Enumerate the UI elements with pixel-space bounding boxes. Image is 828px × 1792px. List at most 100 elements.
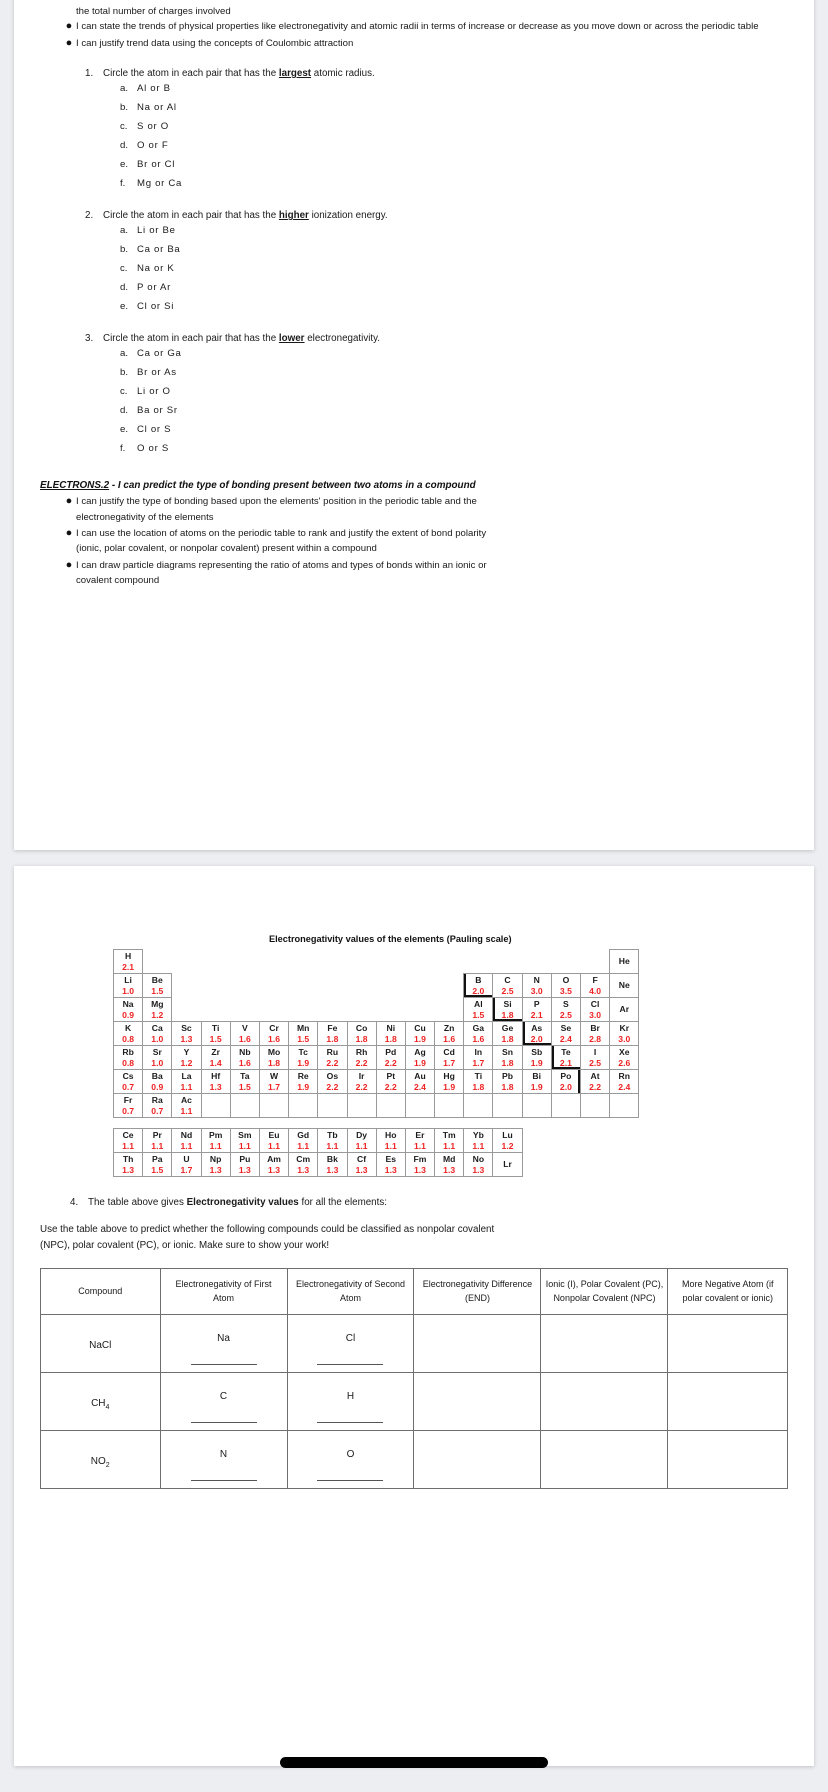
element-cell-Nb[interactable]: Nb 1.6: [229, 1045, 260, 1070]
element-cell-Rb[interactable]: Rb 0.8: [113, 1045, 144, 1070]
element-cell-Hf[interactable]: Hf 1.3: [200, 1069, 231, 1094]
element-cell-empty[interactable]: [521, 1093, 552, 1118]
element-cell-Tm[interactable]: Tm 1.1: [434, 1128, 465, 1153]
question-subitem[interactable]: c. S or O: [40, 117, 788, 136]
element-cell-F[interactable]: F 4.0: [580, 973, 611, 998]
element-cell-empty[interactable]: [550, 1093, 581, 1118]
element-cell-In[interactable]: In 1.7: [463, 1045, 494, 1070]
answer-blank[interactable]: [317, 1480, 384, 1481]
second-atom-cell[interactable]: O: [286, 1430, 415, 1489]
difference-cell[interactable]: [413, 1372, 542, 1431]
element-cell-empty[interactable]: [580, 1093, 611, 1118]
element-cell-Te[interactable]: Te 2.1: [550, 1045, 581, 1070]
element-cell-Xe[interactable]: Xe 2.6: [609, 1045, 640, 1070]
question-subitem[interactable]: e. Br or Cl: [40, 155, 788, 174]
element-cell-Pu[interactable]: Pu 1.3: [229, 1152, 260, 1177]
element-cell-C[interactable]: C 2.5: [492, 973, 523, 998]
element-cell-Ir[interactable]: Ir 2.2: [346, 1069, 377, 1094]
element-cell-empty[interactable]: [200, 1093, 231, 1118]
element-cell-Zr[interactable]: Zr 1.4: [200, 1045, 231, 1070]
element-cell-Al[interactable]: Al 1.5: [463, 997, 494, 1022]
question-subitem[interactable]: a. Li or Be: [40, 221, 788, 240]
question-subitem[interactable]: d. Ba or Sr: [40, 401, 788, 420]
element-cell-Tc[interactable]: Tc 1.9: [288, 1045, 319, 1070]
element-cell-Cl[interactable]: Cl 3.0: [580, 997, 611, 1022]
answer-blank[interactable]: [317, 1364, 384, 1365]
question-subitem[interactable]: a. Al or B: [40, 79, 788, 98]
element-cell-Es[interactable]: Es 1.3: [375, 1152, 406, 1177]
element-cell-Ho[interactable]: Ho 1.1: [375, 1128, 406, 1153]
element-cell-W[interactable]: W 1.7: [258, 1069, 290, 1094]
element-cell-Sm[interactable]: Sm 1.1: [229, 1128, 260, 1153]
element-cell-Eu[interactable]: Eu 1.1: [258, 1128, 290, 1153]
element-cell-Sc[interactable]: Sc 1.3: [171, 1021, 202, 1046]
element-cell-O[interactable]: O 3.5: [550, 973, 581, 998]
element-cell-Ca[interactable]: Ca 1.0: [142, 1021, 173, 1046]
element-cell-Ba[interactable]: Ba 0.9: [142, 1069, 173, 1094]
element-cell-Mo[interactable]: Mo 1.8: [258, 1045, 290, 1070]
element-cell-empty[interactable]: [317, 1093, 348, 1118]
element-cell-Ag[interactable]: Ag 1.9: [404, 1045, 436, 1070]
element-cell-Cr[interactable]: Cr 1.6: [258, 1021, 290, 1046]
element-cell-Bk[interactable]: Bk 1.3: [317, 1152, 348, 1177]
element-cell-H[interactable]: H 2.1: [113, 949, 144, 974]
answer-blank[interactable]: [190, 1480, 257, 1481]
element-cell-Co[interactable]: Co 1.8: [346, 1021, 377, 1046]
element-cell-B[interactable]: B 2.0: [463, 973, 494, 998]
classification-cell[interactable]: [540, 1314, 669, 1373]
element-cell-Ni[interactable]: Ni 1.8: [375, 1021, 406, 1046]
element-cell-Pt[interactable]: Pt 2.2: [375, 1069, 406, 1094]
element-cell-Os[interactable]: Os 2.2: [317, 1069, 348, 1094]
element-cell-Ru[interactable]: Ru 2.2: [317, 1045, 348, 1070]
element-cell-Sn[interactable]: Sn 1.8: [492, 1045, 523, 1070]
element-cell-Ar[interactable]: Ar: [609, 997, 640, 1022]
element-cell-Bi[interactable]: Bi 1.9: [521, 1069, 552, 1094]
element-cell-Am[interactable]: Am 1.3: [258, 1152, 290, 1177]
element-cell-empty[interactable]: [434, 1093, 465, 1118]
element-cell-Th[interactable]: Th 1.3: [113, 1152, 144, 1177]
element-cell-Cm[interactable]: Cm 1.3: [288, 1152, 319, 1177]
question-subitem[interactable]: a. Ca or Ga: [40, 344, 788, 363]
question-subitem[interactable]: b. Br or As: [40, 363, 788, 382]
element-cell-Y[interactable]: Y 1.2: [171, 1045, 202, 1070]
element-cell-empty[interactable]: [492, 1093, 523, 1118]
element-cell-Po[interactable]: Po 2.0: [550, 1069, 581, 1094]
element-cell-Fm[interactable]: Fm 1.3: [404, 1152, 436, 1177]
element-cell-empty[interactable]: [375, 1093, 406, 1118]
element-cell-Ra[interactable]: Ra 0.7: [142, 1093, 173, 1118]
element-cell-Pb[interactable]: Pb 1.8: [492, 1069, 523, 1094]
element-cell-Br[interactable]: Br 2.8: [580, 1021, 611, 1046]
answer-blank[interactable]: [190, 1364, 257, 1365]
element-cell-Fr[interactable]: Fr 0.7: [113, 1093, 144, 1118]
classification-cell[interactable]: [540, 1372, 669, 1431]
element-cell-empty[interactable]: [346, 1093, 377, 1118]
answer-blank[interactable]: [317, 1422, 384, 1423]
element-cell-Nd[interactable]: Nd 1.1: [171, 1128, 202, 1153]
element-cell-Sr[interactable]: Sr 1.0: [142, 1045, 173, 1070]
more-negative-cell[interactable]: [667, 1372, 788, 1431]
element-cell-He[interactable]: He: [609, 949, 640, 974]
first-atom-cell[interactable]: C: [159, 1372, 288, 1431]
element-cell-empty[interactable]: [404, 1093, 436, 1118]
element-cell-Pa[interactable]: Pa 1.5: [142, 1152, 173, 1177]
element-cell-Fe[interactable]: Fe 1.8: [317, 1021, 348, 1046]
question-subitem[interactable]: d. P or Ar: [40, 278, 788, 297]
element-cell-U[interactable]: U 1.7: [171, 1152, 202, 1177]
element-cell-Ga[interactable]: Ga 1.6: [463, 1021, 494, 1046]
element-cell-Rh[interactable]: Rh 2.2: [346, 1045, 377, 1070]
difference-cell[interactable]: [413, 1314, 542, 1373]
element-cell-Pm[interactable]: Pm 1.1: [200, 1128, 231, 1153]
element-cell-Ge[interactable]: Ge 1.8: [492, 1021, 523, 1046]
element-cell-Cu[interactable]: Cu 1.9: [404, 1021, 436, 1046]
element-cell-empty[interactable]: [288, 1093, 319, 1118]
element-cell-Ne[interactable]: Ne: [609, 973, 640, 998]
element-cell-Li[interactable]: Li 1.0: [113, 973, 144, 998]
question-subitem[interactable]: b. Ca or Ba: [40, 240, 788, 259]
element-cell-Mn[interactable]: Mn 1.5: [288, 1021, 319, 1046]
question-subitem[interactable]: f. Mg or Ca: [40, 174, 788, 193]
second-atom-cell[interactable]: Cl: [286, 1314, 415, 1373]
answer-blank[interactable]: [190, 1422, 257, 1423]
question-subitem[interactable]: e. Cl or Si: [40, 297, 788, 316]
element-cell-Ti[interactable]: Ti 1.8: [463, 1069, 494, 1094]
element-cell-Se[interactable]: Se 2.4: [550, 1021, 581, 1046]
